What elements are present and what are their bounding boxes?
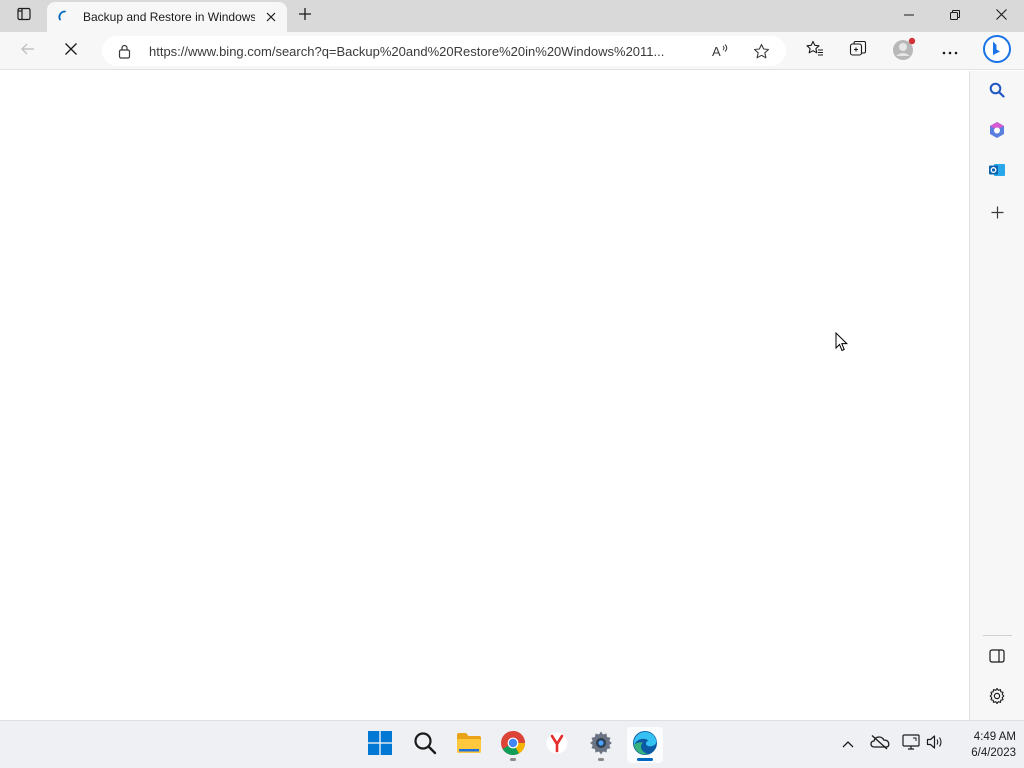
address-bar[interactable]: https://www.bing.com/search?q=Backup%20a… bbox=[102, 36, 786, 66]
file-explorer-button[interactable] bbox=[451, 727, 487, 763]
tab-active[interactable]: Backup and Restore in Windows bbox=[47, 2, 287, 32]
profile-icon bbox=[891, 36, 917, 67]
settings-button[interactable] bbox=[583, 727, 619, 763]
more-icon bbox=[942, 42, 958, 60]
close-window-icon bbox=[995, 7, 1007, 25]
network-icon bbox=[902, 733, 920, 755]
show-hidden-icons-button[interactable] bbox=[837, 733, 859, 755]
edge-button[interactable] bbox=[627, 727, 663, 763]
network-button[interactable] bbox=[900, 733, 922, 755]
minimize-icon bbox=[904, 7, 914, 25]
yandex-button[interactable] bbox=[539, 727, 575, 763]
chrome-icon bbox=[500, 730, 526, 761]
stop-loading-button[interactable] bbox=[56, 36, 86, 66]
browser-toolbar: https://www.bing.com/search?q=Backup%20a… bbox=[0, 32, 1024, 70]
loading-spinner-icon bbox=[57, 9, 73, 25]
active-indicator bbox=[637, 758, 653, 761]
favorite-star-icon[interactable] bbox=[748, 39, 774, 63]
chevron-up-icon bbox=[842, 735, 854, 753]
read-aloud-icon[interactable]: A bbox=[708, 39, 734, 63]
clock-time: 4:49 AM bbox=[973, 731, 1016, 743]
sidebar-add-button[interactable] bbox=[983, 201, 1011, 229]
edge-sidebar bbox=[969, 71, 1024, 720]
hide-sidebar-button[interactable] bbox=[983, 644, 1011, 672]
tab-title: Backup and Restore in Windows bbox=[83, 10, 255, 24]
sidebar-search-button[interactable] bbox=[983, 78, 1011, 106]
close-window-button[interactable] bbox=[978, 0, 1024, 32]
restore-icon bbox=[950, 7, 960, 25]
back-button[interactable] bbox=[13, 36, 43, 66]
new-tab-button[interactable] bbox=[292, 4, 318, 28]
collections-button[interactable] bbox=[843, 36, 873, 66]
edge-icon bbox=[632, 730, 658, 761]
chrome-button[interactable] bbox=[495, 727, 531, 763]
tab-actions-button[interactable] bbox=[8, 4, 40, 28]
office-icon bbox=[988, 121, 1006, 144]
bing-copilot-button[interactable] bbox=[981, 34, 1013, 69]
taskbar-search-button[interactable] bbox=[407, 727, 443, 763]
search-icon bbox=[989, 82, 1005, 103]
bing-copilot-icon bbox=[982, 34, 1012, 69]
sidebar-settings-button[interactable] bbox=[983, 684, 1011, 712]
address-url[interactable]: https://www.bing.com/search?q=Backup%20a… bbox=[149, 44, 701, 59]
start-button[interactable] bbox=[362, 727, 398, 763]
back-icon bbox=[20, 41, 36, 62]
windows-start-icon bbox=[368, 730, 392, 760]
search-icon bbox=[413, 731, 437, 760]
settings-icon bbox=[588, 730, 614, 761]
hide-sidebar-icon bbox=[989, 648, 1005, 668]
sidebar-divider bbox=[983, 635, 1012, 636]
volume-button[interactable] bbox=[924, 733, 946, 755]
collections-icon bbox=[849, 40, 867, 63]
yandex-icon bbox=[546, 732, 568, 759]
more-button[interactable] bbox=[935, 36, 965, 66]
taskbar: 4:49 AM 6/4/2023 bbox=[0, 720, 1024, 768]
favorites-button[interactable] bbox=[800, 36, 830, 66]
profile-button[interactable] bbox=[889, 36, 919, 66]
close-tab-icon[interactable] bbox=[263, 9, 279, 25]
mouse-cursor-icon bbox=[835, 332, 849, 352]
stop-loading-icon bbox=[64, 42, 78, 61]
minimize-button[interactable] bbox=[886, 0, 932, 32]
page-content[interactable] bbox=[0, 71, 969, 720]
new-tab-icon bbox=[298, 7, 312, 26]
volume-icon bbox=[926, 734, 944, 755]
onedrive-icon bbox=[870, 734, 890, 755]
tab-actions-icon bbox=[16, 6, 32, 27]
add-icon bbox=[991, 206, 1004, 224]
outlook-icon bbox=[988, 161, 1006, 184]
running-indicator bbox=[598, 758, 604, 761]
title-bar: Backup and Restore in Windows bbox=[0, 0, 1024, 32]
lock-icon[interactable] bbox=[116, 43, 132, 59]
svg-text:A: A bbox=[712, 44, 721, 59]
sidebar-office-button[interactable] bbox=[983, 118, 1011, 146]
running-indicator bbox=[510, 758, 516, 761]
file-explorer-icon bbox=[456, 732, 482, 759]
system-clock[interactable]: 4:49 AM 6/4/2023 bbox=[950, 729, 1016, 761]
clock-date: 6/4/2023 bbox=[971, 747, 1016, 759]
sidebar-outlook-button[interactable] bbox=[983, 158, 1011, 186]
restore-button[interactable] bbox=[932, 0, 978, 32]
onedrive-button[interactable] bbox=[869, 733, 891, 755]
favorites-icon bbox=[806, 40, 824, 62]
settings-icon bbox=[988, 687, 1006, 710]
